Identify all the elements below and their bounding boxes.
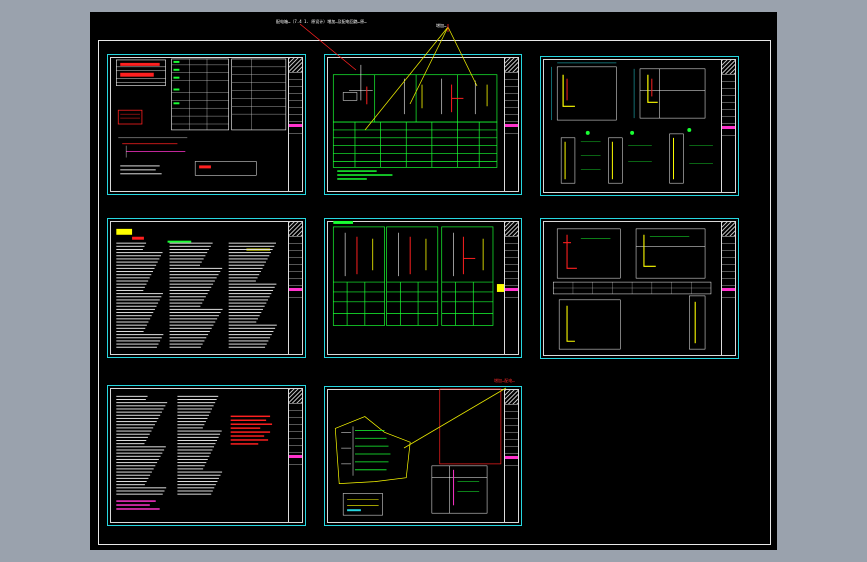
floor-plan-graphic xyxy=(552,228,712,350)
drawing-sheet-notes-b[interactable] xyxy=(107,385,306,526)
drawing-sheet-panel-schedules[interactable] xyxy=(324,218,522,358)
title-block xyxy=(504,222,518,354)
system-diagram-graphic xyxy=(332,64,498,180)
title-block xyxy=(721,60,735,192)
legend-tables-graphic xyxy=(116,58,287,176)
top-right-callout-text: 增加… xyxy=(436,23,447,28)
bottom-callout-text: 增加…配电… xyxy=(494,378,515,383)
top-callout-text: 配电箱…（7.4 1. 原设计）增加…及配电回路…原… xyxy=(276,19,367,24)
title-block xyxy=(504,58,518,191)
drawing-sheet-floor-plan-b[interactable] xyxy=(540,218,739,359)
floor-plan-graphic xyxy=(551,62,713,184)
drawing-sheet-site-plan[interactable] xyxy=(324,386,522,526)
drawing-sheet-legend[interactable] xyxy=(107,54,306,195)
title-block xyxy=(504,390,518,522)
panel-schedule-graphic xyxy=(332,220,505,326)
site-plan-graphic xyxy=(334,388,502,516)
drawing-sheet-system-diagram[interactable] xyxy=(324,54,522,195)
title-block xyxy=(288,58,302,191)
notes-text-graphic xyxy=(116,395,273,510)
drawing-sheet-notes-a[interactable] xyxy=(107,218,306,358)
notes-text-graphic xyxy=(116,228,277,348)
title-block xyxy=(288,222,302,354)
title-block xyxy=(721,222,735,355)
title-block xyxy=(288,389,302,522)
drawing-sheet-floor-plan-a[interactable] xyxy=(540,56,739,196)
